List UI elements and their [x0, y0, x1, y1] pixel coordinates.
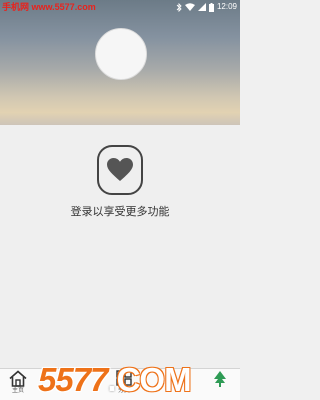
- watermark-dot: .: [107, 361, 117, 398]
- login-area: 登录以享受更多功能: [0, 125, 240, 368]
- avatar[interactable]: [95, 28, 147, 80]
- watermark-domain: COM: [116, 361, 192, 398]
- tab-home[interactable]: 主页: [6, 370, 30, 400]
- profile-header: [0, 0, 240, 125]
- login-button[interactable]: [97, 145, 143, 195]
- watermark-top-text: 手机网 www.5577.com: [2, 2, 96, 12]
- wifi-icon: [184, 3, 195, 11]
- tab-home-label: 主页: [11, 387, 24, 394]
- watermark-logo: 5577 . COM: [38, 360, 228, 400]
- status-time: 12:09: [216, 2, 237, 11]
- status-icons: 12:09: [176, 2, 237, 12]
- login-prompt-text[interactable]: 登录以享受更多功能: [0, 203, 240, 219]
- home-icon: [9, 370, 27, 387]
- watermark-number: 5577: [38, 361, 108, 398]
- signal-icon: [197, 3, 206, 11]
- battery-icon: [208, 2, 214, 12]
- heart-icon: [107, 158, 133, 181]
- bluetooth-icon: [176, 2, 182, 12]
- status-bar: 手机网 www.5577.com 12:09: [0, 0, 240, 14]
